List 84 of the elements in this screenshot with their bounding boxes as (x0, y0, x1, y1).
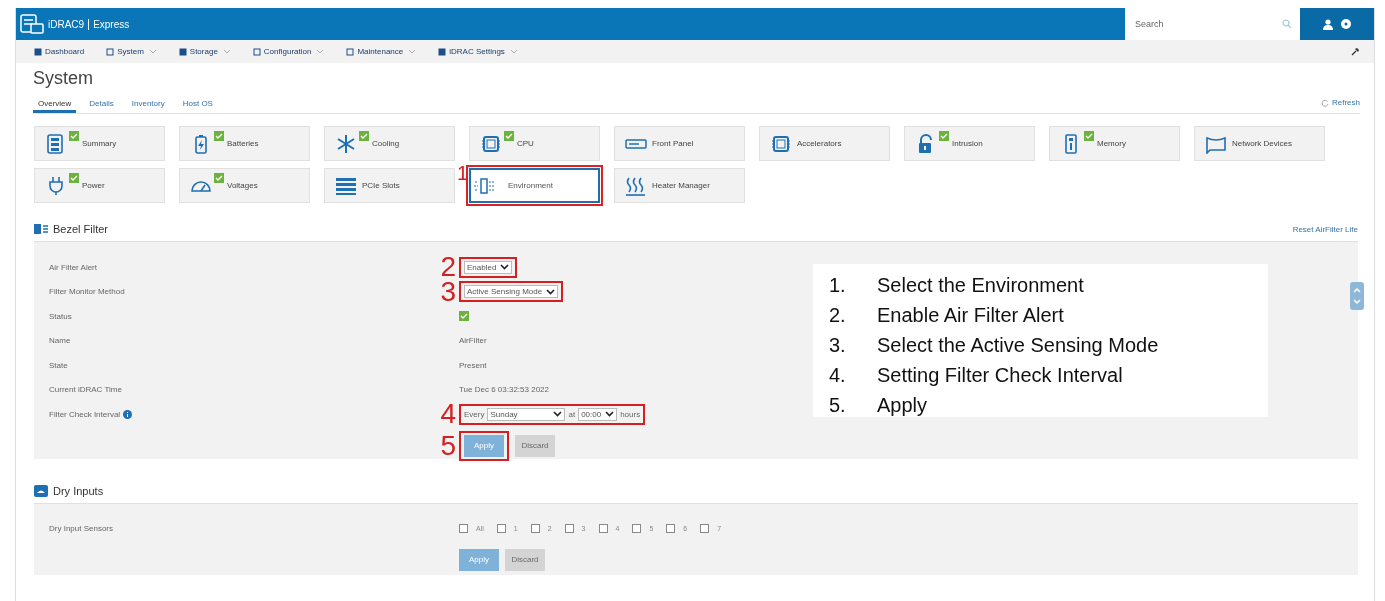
square-icon (34, 47, 42, 56)
dry-inputs-icon (34, 485, 48, 497)
category-tile[interactable]: Power (34, 168, 165, 203)
field-label: State (49, 360, 68, 370)
section-title: Dry Inputs (53, 485, 104, 497)
field-text: at (568, 409, 576, 419)
filter-section-icon (34, 223, 48, 235)
user-icon[interactable] (1323, 18, 1333, 30)
dropdown[interactable]: Active Sensing Mode (464, 285, 559, 299)
field-value: Tue Dec 6 03:32:53 2022 (459, 385, 549, 395)
field-label: Status (49, 311, 72, 321)
product-name: iDRAC9 (48, 18, 90, 30)
tab[interactable]: Overview (33, 99, 77, 113)
field-label: Filter Monitor Method (49, 287, 125, 297)
info-icon[interactable] (123, 409, 133, 419)
category-tile[interactable]: Accelerators (759, 126, 890, 161)
step-index: 2. (829, 303, 847, 327)
nav-menu-item[interactable]: Maintenance (346, 47, 417, 56)
field-label: Current iDRAC Time (49, 385, 122, 395)
dropdown[interactable]: Enabled (464, 260, 513, 274)
chevron-icon (605, 411, 615, 418)
time-dropdown[interactable]: 00:00 (578, 407, 618, 421)
instruction-text: Enable Air Filter Alert (877, 303, 1064, 327)
category-tile[interactable]: Memory (1049, 126, 1180, 161)
instruction-text: Select the Environment (877, 273, 1084, 297)
chevron-icon (546, 288, 556, 295)
heat-icon (625, 175, 647, 196)
category-tile[interactable]: Voltages (179, 168, 310, 203)
chevron-icon (500, 264, 510, 271)
step-index: 4. (829, 363, 847, 387)
instruction-text: Setting Filter Check Interval (877, 363, 1123, 387)
nav-menu-item[interactable]: System (106, 47, 157, 56)
field-text: hours (620, 409, 641, 419)
category-tile[interactable]: Summary (34, 126, 165, 161)
square-icon (106, 47, 115, 56)
chip-icon (770, 133, 792, 154)
chip-icon (480, 133, 502, 154)
category-tile[interactable]: Network Devices (1194, 126, 1325, 161)
field-label: Air Filter Alert (49, 262, 97, 272)
category-tile[interactable]: PCIe Slots (324, 168, 455, 203)
category-tile[interactable]: Batteries (179, 126, 310, 161)
nav-menu-item[interactable]: Dashboard (34, 47, 85, 56)
bars-icon (335, 175, 357, 196)
step-number: 5 (440, 431, 456, 460)
category-tile[interactable]: Heater Manager (614, 168, 745, 203)
page-title: System (33, 68, 94, 89)
instruction-text: Apply (877, 393, 928, 417)
tab[interactable]: Inventory (126, 99, 170, 113)
reset-filter-link[interactable]: Reset AirFilter Life (1292, 224, 1358, 234)
field-value: Present (459, 360, 487, 370)
field-value: AirFilter (459, 336, 487, 346)
step-index: 5. (829, 393, 847, 417)
step-index: 3. (829, 333, 847, 357)
snowflake-icon (335, 133, 357, 154)
category-tile[interactable]: CPU (469, 126, 600, 161)
pin-icon[interactable] (1351, 47, 1360, 56)
edition-name: Express (92, 18, 130, 30)
category-tile[interactable]: Cooling (324, 126, 455, 161)
category-tile[interactable]: Intrusion (904, 126, 1035, 161)
square-icon (178, 47, 187, 56)
search-icon (1282, 19, 1292, 29)
instruction-text: Select the Active Sensing Mode (877, 333, 1159, 357)
chevron-icon (553, 411, 563, 418)
square-icon (252, 47, 261, 56)
nav-menu-item[interactable]: Configuration (252, 47, 325, 56)
category-tile[interactable]: Front Panel (614, 126, 745, 161)
field-label: Dry Input Sensors (49, 523, 114, 533)
server-logo-icon (20, 14, 44, 34)
field-label: Name (49, 336, 71, 346)
square-icon (438, 47, 447, 56)
nav-menu-item[interactable]: Storage (178, 47, 231, 56)
step-number: 4 (440, 400, 456, 429)
square-icon (346, 47, 355, 56)
step-index: 1. (829, 273, 847, 297)
filter-icon (473, 175, 495, 196)
refresh-icon (1321, 98, 1329, 107)
refresh-link[interactable]: Refresh (1321, 98, 1360, 113)
field-text: Every (464, 409, 485, 419)
section-title: Bezel Filter (53, 223, 109, 235)
day-dropdown[interactable]: Sunday (487, 407, 566, 421)
tab[interactable]: Details (84, 99, 119, 113)
nav-menu-item[interactable]: iDRAC Settings (438, 47, 518, 56)
tab[interactable]: Host OS (177, 99, 218, 113)
field-label: Filter Check Interval (49, 409, 121, 419)
